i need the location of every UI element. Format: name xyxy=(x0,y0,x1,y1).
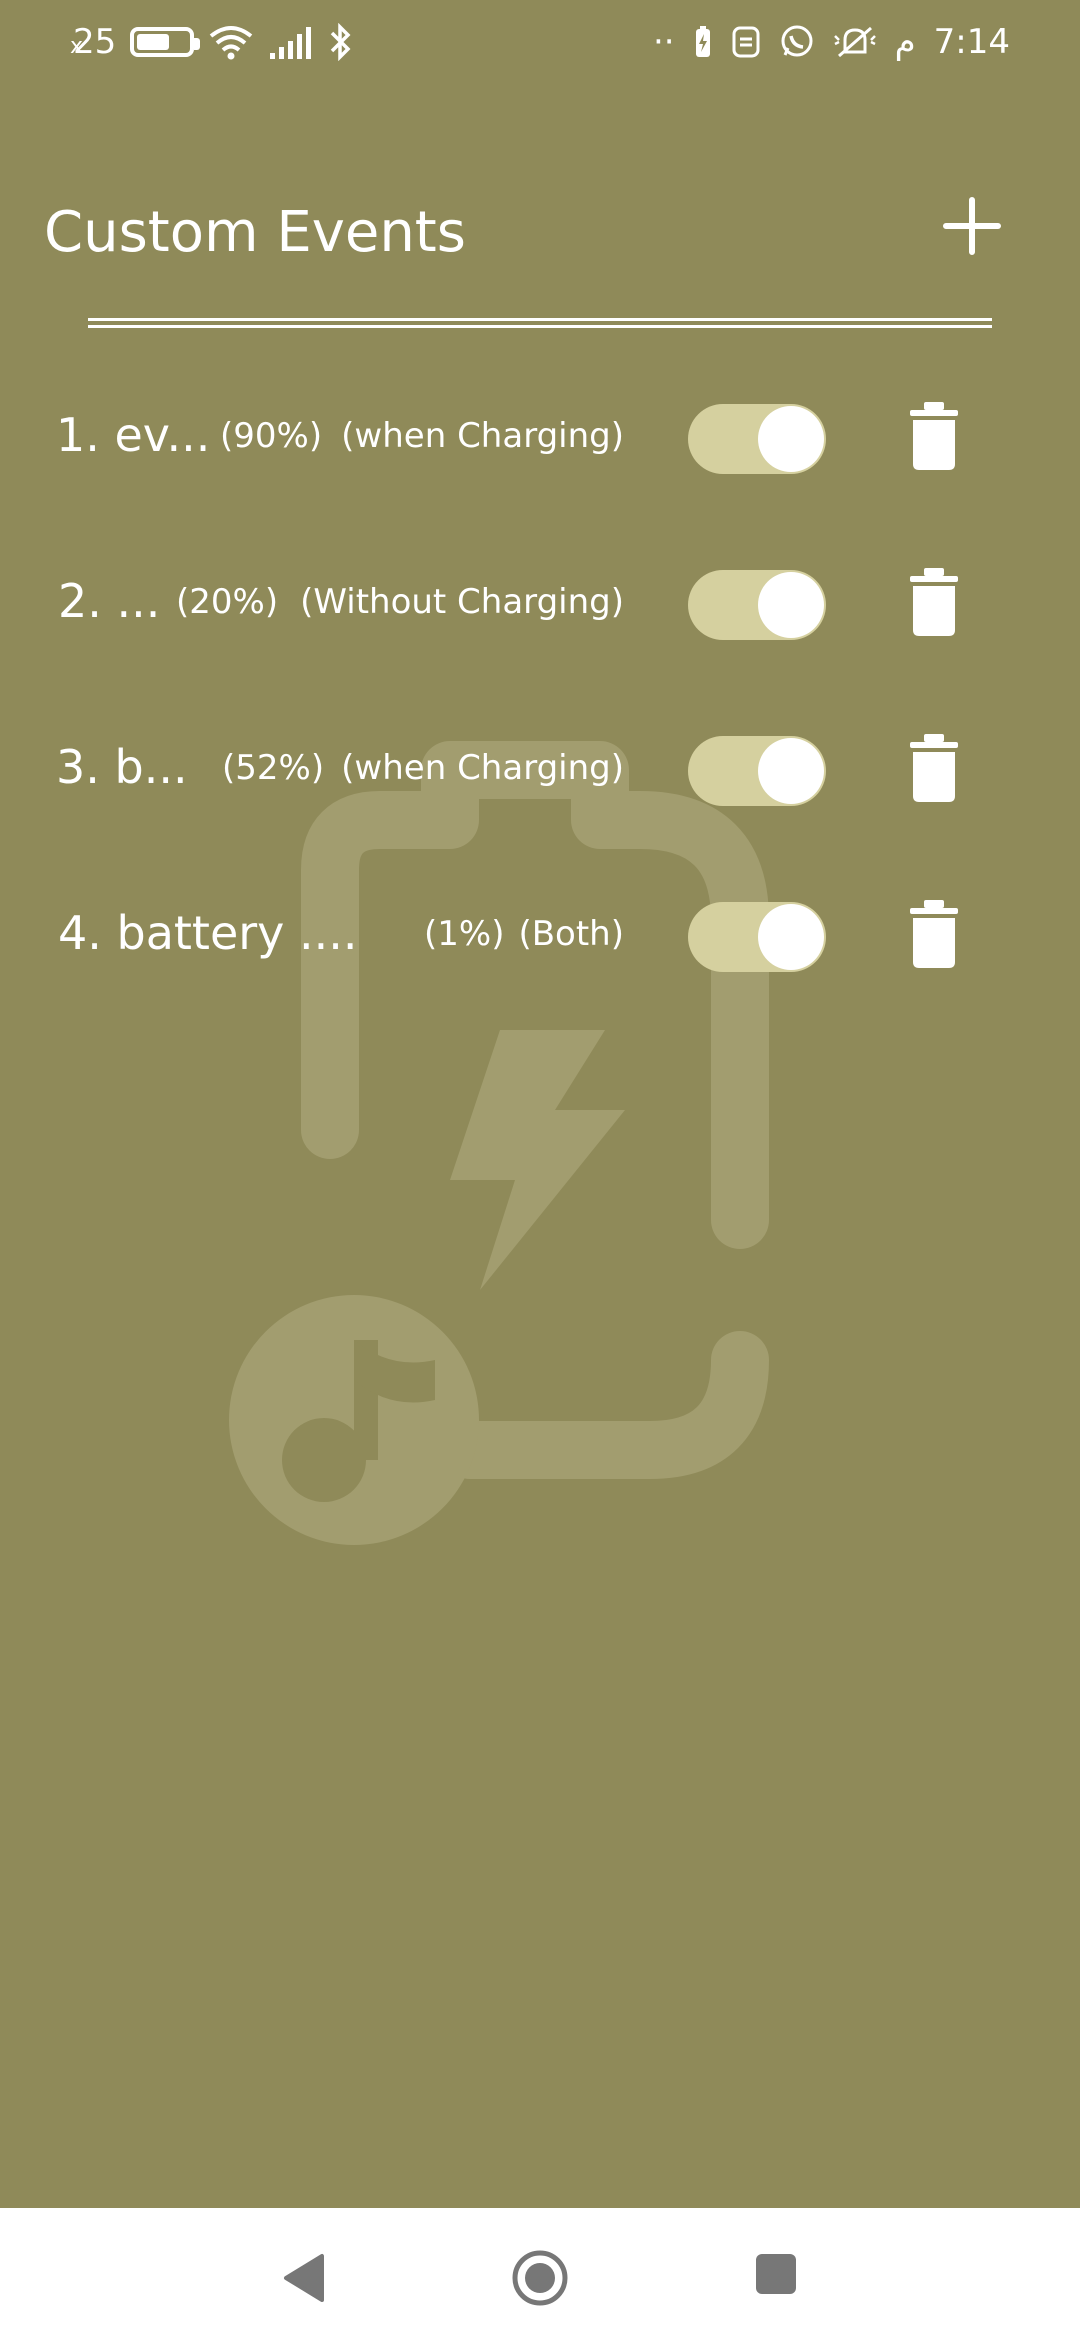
signal-icon xyxy=(270,27,312,59)
battery-music-icon xyxy=(229,741,769,1545)
status-bar: x25 ·· م 7:14 xyxy=(0,0,1080,100)
event-percent: (1%) xyxy=(424,914,505,954)
trash-icon xyxy=(910,900,958,968)
recents-icon[interactable] xyxy=(756,2254,796,2294)
delete-event-button[interactable] xyxy=(906,566,962,638)
bluetooth-icon xyxy=(331,23,351,61)
event-name[interactable]: 2. ... xyxy=(58,574,160,628)
event-percent: (20%) xyxy=(176,582,279,622)
battery-status-icon xyxy=(130,27,201,57)
status-right: ·· م 7:14 xyxy=(653,22,1010,62)
event-toggle[interactable] xyxy=(688,404,826,474)
event-toggle[interactable] xyxy=(688,570,826,640)
event-row-2: 2. ... (20%) (Without Charging) xyxy=(0,546,1080,666)
event-row-1: 1. ev... (90%) (when Charging) xyxy=(0,380,1080,500)
toggle-knob xyxy=(758,904,824,970)
event-row-4: 4. battery .... (1%) (Both) xyxy=(0,878,1080,998)
status-left: x25 xyxy=(70,22,354,62)
event-row-3: 3. b... (52%) (when Charging) xyxy=(0,712,1080,832)
delete-event-button[interactable] xyxy=(906,732,962,804)
app-notification-icon xyxy=(732,26,760,58)
notification-dots: ·· xyxy=(652,22,675,62)
silent-mode-icon xyxy=(833,26,876,58)
system-nav-bar xyxy=(0,2208,1080,2340)
add-event-button[interactable] xyxy=(940,194,1004,258)
event-mode: (Both) xyxy=(518,914,624,954)
clock: 7:14 xyxy=(933,22,1010,62)
event-name[interactable]: 3. b... xyxy=(56,740,188,794)
event-mode: (when Charging) xyxy=(341,416,624,456)
toggle-knob xyxy=(758,406,824,472)
event-toggle[interactable] xyxy=(688,902,826,972)
header-divider xyxy=(88,318,992,328)
charging-icon xyxy=(695,26,710,57)
plus-icon xyxy=(943,197,1001,255)
event-percent: (52%) xyxy=(222,748,325,788)
page-header: Custom Events xyxy=(44,190,1004,290)
event-percent: (90%) xyxy=(220,416,323,456)
wifi-icon xyxy=(210,26,253,60)
event-name[interactable]: 1. ev... xyxy=(56,408,210,462)
trash-icon xyxy=(910,402,958,470)
event-name[interactable]: 4. battery .... xyxy=(58,906,358,960)
back-icon[interactable] xyxy=(280,2252,328,2304)
event-toggle[interactable] xyxy=(688,736,826,806)
toggle-knob xyxy=(758,572,824,638)
event-mode: (when Charging) xyxy=(341,748,624,788)
trash-icon xyxy=(910,734,958,802)
page-title: Custom Events xyxy=(44,200,466,265)
delete-event-button[interactable] xyxy=(906,898,962,970)
ampm-label: م xyxy=(894,22,916,62)
toggle-knob xyxy=(758,738,824,804)
speed-indicator: x25 xyxy=(70,22,117,62)
event-mode: (Without Charging) xyxy=(300,582,624,622)
home-icon[interactable] xyxy=(510,2248,570,2308)
trash-icon xyxy=(910,568,958,636)
whatsapp-icon xyxy=(781,25,813,57)
delete-event-button[interactable] xyxy=(906,400,962,472)
